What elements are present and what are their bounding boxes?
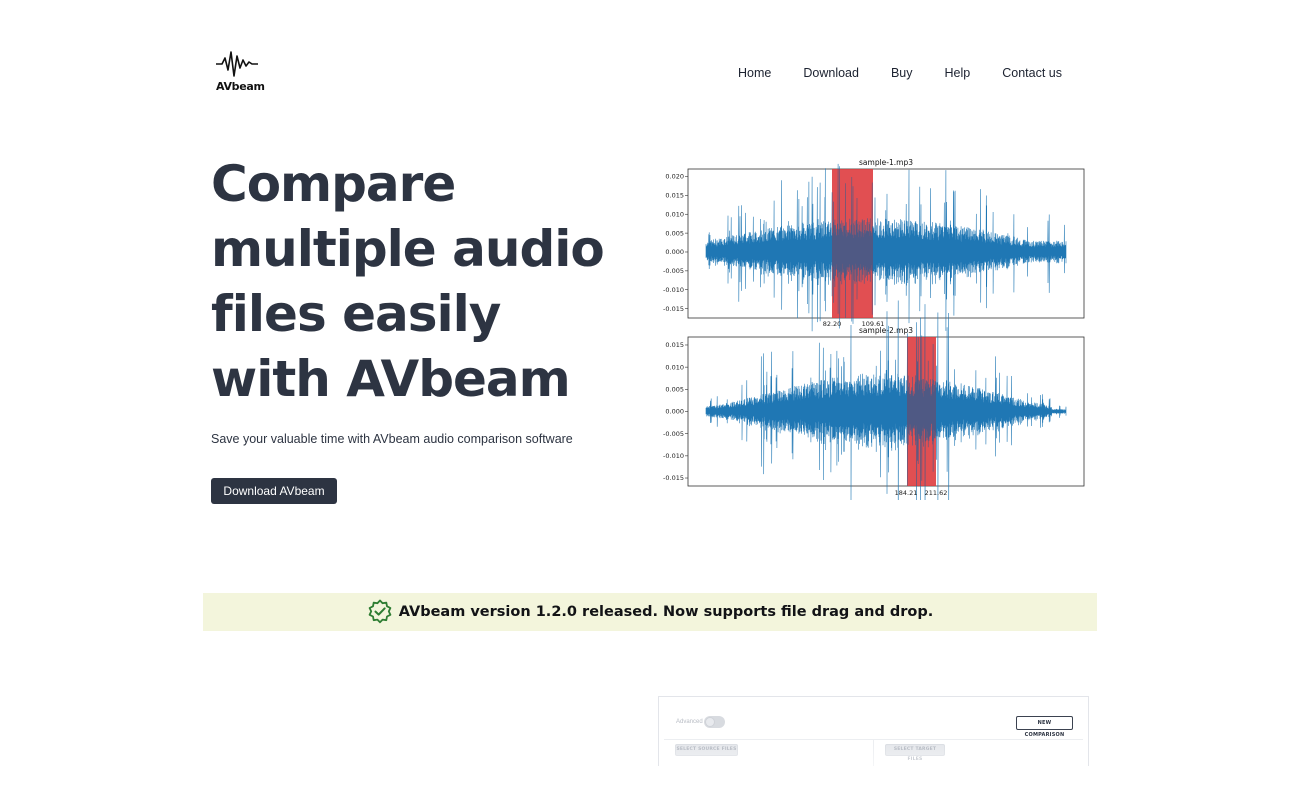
brand-name: AVbeam — [216, 80, 265, 93]
waveform-plots: sample-1.mp3 0.020 0.015 0.010 0.005 0.000 -0… — [663, 158, 1085, 532]
y-tick-label: 0.000 — [665, 248, 684, 256]
highlight-overlay — [907, 337, 936, 486]
waveform-logo-icon — [216, 51, 258, 77]
plot-2-highlight-end: 211.62 — [925, 489, 948, 497]
hero-title: Compare multiple audio files easily with… — [211, 155, 605, 408]
nav-help[interactable]: Help — [929, 65, 987, 81]
advanced-toggle[interactable] — [704, 716, 725, 728]
y-tick-label: 0.020 — [665, 173, 684, 181]
y-tick-label: 0.005 — [665, 386, 684, 394]
nav-download[interactable]: Download — [787, 65, 875, 81]
advanced-label: Advanced — [676, 719, 703, 725]
y-tick-label: -0.010 — [663, 286, 684, 294]
waveform-plot-2: sample-2.mp3 0.015 0.010 0.005 0.000 -0.005 -… — [663, 300, 1085, 532]
y-tick-label: 0.015 — [665, 192, 684, 200]
main-nav: Home Download Buy Help Contact us — [722, 65, 1062, 81]
new-comparison-button[interactable]: NEW COMPARISON — [1016, 716, 1073, 738]
y-tick-label: 0.015 — [665, 341, 684, 349]
y-tick-label: 0.010 — [665, 363, 684, 371]
waveform-plot-1: sample-1.mp3 0.020 0.015 0.010 0.005 0.000 -0… — [663, 158, 1085, 332]
plot-2-highlight-start: 184.21 — [895, 489, 918, 497]
release-banner-text: AVbeam version 1.2.0 released. Now suppo… — [398, 604, 934, 620]
y-tick-label: -0.005 — [663, 267, 684, 275]
y-tick-label: 0.005 — [665, 229, 684, 237]
y-tick-label: -0.015 — [663, 305, 684, 313]
hero-subtitle: Save your valuable time with AVbeam audi… — [211, 432, 573, 446]
y-tick-label: 0.010 — [665, 210, 684, 218]
preview-column-divider — [873, 739, 874, 766]
app-preview-screenshot: Advanced NEW COMPARISON SELECT SOURCE FI… — [658, 696, 1089, 766]
y-tick-label: -0.015 — [663, 474, 684, 482]
release-banner: AVbeam version 1.2.0 released. Now suppo… — [203, 593, 1097, 631]
y-tick-label: 0.000 — [665, 408, 684, 416]
nav-home[interactable]: Home — [722, 65, 787, 81]
y-tick-label: -0.005 — [663, 430, 684, 438]
verified-badge-icon — [368, 599, 392, 624]
plot-1-y-ticks: 0.020 0.015 0.010 0.005 0.000 -0.005 -0.010 -0.… — [663, 173, 688, 313]
nav-contact-us[interactable]: Contact us — [986, 65, 1062, 81]
y-tick-label: -0.010 — [663, 452, 684, 460]
download-avbeam-button[interactable]: Download AVbeam — [211, 478, 337, 504]
highlight-overlay — [832, 169, 873, 318]
plot-1-highlight-start: 82.20 — [823, 320, 842, 328]
waveform-comparison-image: sample-1.mp3 0.020 0.015 0.010 0.005 0.000 -0… — [655, 155, 1095, 532]
plot-1-title: sample-1.mp3 — [859, 158, 913, 167]
plot-2-title: sample-2.mp3 — [859, 326, 913, 335]
nav-buy[interactable]: Buy — [875, 65, 929, 81]
plot-2-y-ticks: 0.015 0.010 0.005 0.000 -0.005 -0.010 -0.015 — [663, 341, 688, 482]
select-target-files-button[interactable]: SELECT TARGET FILES — [885, 744, 945, 762]
select-source-files-button[interactable]: SELECT SOURCE FILES — [675, 744, 738, 756]
